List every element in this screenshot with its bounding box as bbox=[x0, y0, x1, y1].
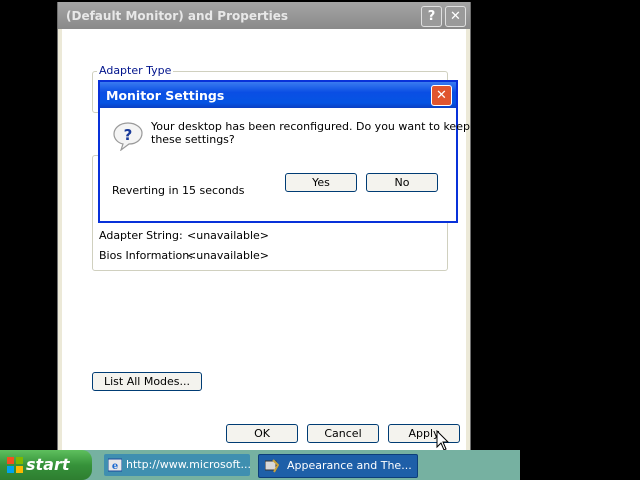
adapter-string-value: <unavailable> bbox=[187, 229, 270, 242]
dialog-title-bar[interactable]: Monitor Settings ✕ bbox=[100, 82, 456, 108]
dialog-message-line2: these settings? bbox=[151, 133, 235, 146]
properties-title-bar[interactable]: (Default Monitor) and Properties ? ✕ bbox=[58, 2, 470, 29]
dialog-message-line1: Your desktop has been reconfigured. Do y… bbox=[151, 120, 470, 133]
ok-button[interactable]: OK bbox=[226, 424, 298, 443]
monitor-settings-dialog: Monitor Settings ✕ ? Your desktop has be… bbox=[98, 80, 470, 223]
properties-close-button[interactable]: ✕ bbox=[445, 6, 466, 27]
list-all-modes-button[interactable]: List All Modes... bbox=[92, 372, 202, 391]
no-button[interactable]: No bbox=[366, 173, 438, 192]
bios-information-value: <unavailable> bbox=[187, 249, 270, 262]
taskbar-item-appearance[interactable]: Appearance and The... bbox=[258, 454, 418, 478]
adapter-string-label: Adapter String: bbox=[99, 229, 183, 242]
windows-logo-icon bbox=[7, 457, 23, 473]
cancel-button[interactable]: Cancel bbox=[307, 424, 379, 443]
dialog-close-button[interactable]: ✕ bbox=[431, 85, 452, 106]
properties-title: (Default Monitor) and Properties bbox=[66, 9, 289, 23]
question-icon: ? bbox=[113, 122, 143, 151]
yes-button[interactable]: Yes bbox=[285, 173, 357, 192]
taskbar-item-browser-label: http://www.microsoft... bbox=[126, 458, 250, 471]
taskbar-item-browser[interactable]: e http://www.microsoft... bbox=[104, 454, 250, 476]
mouse-cursor-icon bbox=[436, 430, 450, 451]
bios-information-label: Bios Information: bbox=[99, 249, 193, 262]
dialog-body: ? Your desktop has been reconfigured. Do… bbox=[100, 108, 470, 221]
control-panel-icon bbox=[265, 459, 279, 473]
start-label: start bbox=[26, 455, 70, 474]
start-button[interactable]: start bbox=[0, 450, 92, 480]
browser-icon: e bbox=[108, 458, 122, 472]
reverting-countdown: Reverting in 15 seconds bbox=[112, 184, 245, 197]
properties-window: (Default Monitor) and Properties ? ✕ Ada… bbox=[57, 2, 471, 454]
svg-text:e: e bbox=[112, 461, 118, 472]
help-button[interactable]: ? bbox=[421, 6, 442, 27]
dialog-title: Monitor Settings bbox=[106, 88, 225, 103]
question-glyph: ? bbox=[124, 126, 133, 144]
taskbar-item-appearance-label: Appearance and The... bbox=[287, 459, 412, 472]
adapter-type-label: Adapter Type bbox=[97, 64, 174, 77]
